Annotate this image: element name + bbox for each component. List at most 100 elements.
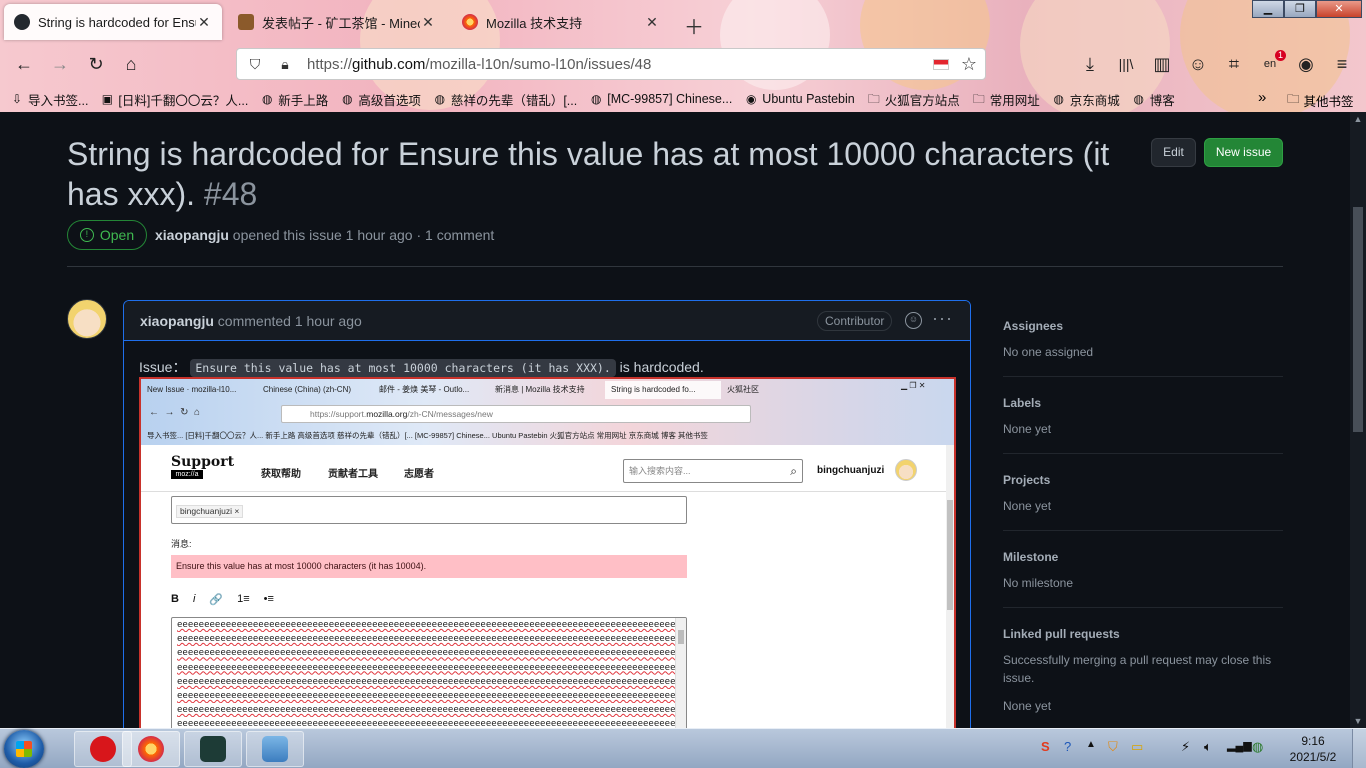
sidebar-heading[interactable]: Projects xyxy=(1003,473,1283,487)
bookmark-label: 博客 xyxy=(1149,93,1175,108)
sogou-ime-icon[interactable]: S xyxy=(1041,739,1050,754)
back-icon[interactable]: ← xyxy=(12,52,36,76)
bookmark-item[interactable]: ◍ 博客 xyxy=(1132,90,1175,109)
sidebar-milestone[interactable]: Milestone No milestone xyxy=(1003,550,1283,592)
bookmark-item[interactable]: ◍ 慈祥の先辈（错乱）[... xyxy=(433,90,578,109)
network-icon[interactable]: ▂▄▆ xyxy=(1227,739,1252,752)
close-tab-icon[interactable]: ✕ xyxy=(420,14,436,31)
sidebar-linked-prs[interactable]: Linked pull requests Successfully mergin… xyxy=(1003,627,1283,715)
close-tab-icon[interactable]: ✕ xyxy=(644,14,660,31)
sidebar-heading[interactable]: Labels xyxy=(1003,396,1283,410)
downloads-icon[interactable]: ⤓ xyxy=(1078,52,1102,76)
windows-logo-icon xyxy=(16,741,32,757)
avatar[interactable] xyxy=(67,299,107,339)
page-scrollbar[interactable]: ▲ ▼ xyxy=(1350,112,1366,728)
url-bar[interactable]: ⛉ 🔒︎ https://github.com/mozilla-l10n/sum… xyxy=(236,48,986,80)
launcher-icon xyxy=(200,736,226,762)
edit-title-button[interactable]: Edit xyxy=(1151,138,1196,167)
bookmark-item[interactable]: ▣ [日料]千翻〇〇云？人... xyxy=(100,90,249,109)
account-avatar-icon[interactable]: ☺ xyxy=(1186,52,1210,76)
url-text[interactable]: https://github.com/mozilla-l10n/sumo-l10… xyxy=(307,56,933,73)
bookmark-label: 慈祥の先辈（错乱）[... xyxy=(450,93,578,108)
close-window-button[interactable]: ✕ xyxy=(1316,0,1362,18)
extension-icon[interactable]: ◉ xyxy=(1294,52,1318,76)
taskbar-clock[interactable]: 9:16 2021/5/2 xyxy=(1284,733,1342,765)
new-tab-button[interactable]: ＋ xyxy=(684,11,704,40)
sidebar-heading[interactable]: Milestone xyxy=(1003,550,1283,564)
other-bookmarks[interactable]: 🗀︎ 其他书签 xyxy=(1287,90,1354,111)
restore-button[interactable]: ❐ xyxy=(1284,0,1316,18)
sidebar-heading[interactable]: Linked pull requests xyxy=(1003,627,1283,641)
minimize-button[interactable]: ▁ xyxy=(1252,0,1284,18)
scroll-down-icon[interactable]: ▼ xyxy=(1350,716,1366,726)
lock-icon[interactable]: 🔒︎ xyxy=(273,56,297,73)
bookmark-label: Ubuntu Pastebin xyxy=(762,92,855,106)
scrollbar-thumb[interactable] xyxy=(1353,207,1363,432)
more-bookmarks-icon[interactable]: » xyxy=(1258,89,1266,106)
bookmark-item[interactable]: 🗀︎ 常用网址 xyxy=(972,90,1040,109)
bookmark-item[interactable]: ⇩ 导入书签... xyxy=(10,90,88,109)
volume-icon[interactable]: 🔈︎ xyxy=(1204,739,1212,755)
reload-icon[interactable]: ↻ xyxy=(84,52,108,76)
bookmark-star-icon[interactable]: ☆ xyxy=(961,54,977,75)
sidebar-value: None yet xyxy=(1003,422,1052,436)
singapore-flag-icon xyxy=(932,58,949,70)
taskbar-control-panel[interactable] xyxy=(246,731,304,767)
library-icon[interactable]: |||\ xyxy=(1114,52,1138,76)
security-shield-icon[interactable]: ⛉ xyxy=(1108,739,1118,755)
comment-byline: xiaopangju commented 1 hour ago xyxy=(140,313,362,329)
taskbar-minecraft-launcher[interactable] xyxy=(184,731,242,767)
new-issue-button[interactable]: New issue xyxy=(1204,138,1283,167)
add-reaction-icon[interactable]: ☺ xyxy=(905,312,922,329)
screenshot-textarea-line: eeeeeeeeeeeeeeeeeeeeeeeeeeeeeeeeeeeeeeee… xyxy=(177,648,686,659)
bookmark-item[interactable]: ◍ 高级首选项 xyxy=(340,90,421,109)
help-icon[interactable]: ? xyxy=(1064,739,1071,754)
tab-minecraft-forum[interactable]: 发表帖子 - 矿工茶馆 - Minec ✕ xyxy=(228,4,446,40)
translate-extension-icon[interactable]: en 1 xyxy=(1258,50,1286,76)
inline-code: Ensure this value has at most 10000 char… xyxy=(190,359,616,377)
divider xyxy=(141,491,946,492)
comment-author-link[interactable]: xiaopangju xyxy=(140,313,214,329)
bookmark-item[interactable]: ◉ Ubuntu Pastebin xyxy=(744,92,855,106)
screenshot-crop-icon[interactable]: ⌗ xyxy=(1222,52,1246,76)
shield-icon[interactable]: ⛉ xyxy=(243,56,267,73)
sidebar-labels[interactable]: Labels None yet xyxy=(1003,396,1283,438)
sidebar-heading[interactable]: Assignees xyxy=(1003,319,1283,333)
screenshot-message-textarea: eeeeeeeeeeeeeeeeeeeeeeeeeeeeeeeeeeeeeeee… xyxy=(171,617,687,728)
show-desktop-button[interactable] xyxy=(1352,729,1366,768)
tab-mozilla-support[interactable]: Mozilla 技术支持 ✕ xyxy=(452,4,670,40)
taskbar-firefox[interactable] xyxy=(122,731,180,767)
folder-tray-icon[interactable]: ▭ xyxy=(1131,739,1143,755)
issue-author-link[interactable]: xiaopangju xyxy=(155,227,229,243)
screenshot-message-label: 消息: xyxy=(171,539,192,549)
sidebar-assignees[interactable]: Assignees No one assigned xyxy=(1003,319,1283,361)
tab-github-issue[interactable]: String is hardcoded for Ensure ✕ xyxy=(4,4,222,40)
italic-icon: i xyxy=(192,593,196,605)
embedded-screenshot-image[interactable]: New Issue · mozilla-l10... Chinese (China… xyxy=(139,377,956,728)
bookmark-item[interactable]: ◍ 京东商城 xyxy=(1052,90,1120,109)
home-icon[interactable]: ⌂ xyxy=(119,52,143,76)
sidebar-icon[interactable]: ▥ xyxy=(1150,52,1174,76)
screenshot-page-scrollbar xyxy=(946,445,954,728)
globe-icon: ◍ xyxy=(1133,92,1145,106)
contributor-badge: Contributor xyxy=(817,311,893,331)
sidebar-value: Successfully merging a pull request may … xyxy=(1003,653,1272,685)
start-button[interactable] xyxy=(4,730,44,768)
power-icon[interactable]: ⚡ xyxy=(1181,739,1190,755)
control-panel-icon xyxy=(262,736,288,762)
show-hidden-icons-icon[interactable]: ▲ xyxy=(1086,739,1096,750)
bookmark-item[interactable]: ◍ 新手上路 xyxy=(260,90,328,109)
comment-timestamp[interactable]: commented 1 hour ago xyxy=(218,313,362,329)
bookmark-item[interactable]: ◍ [MC-99857] Chinese... xyxy=(589,92,732,106)
comment-text: is hardcoded. xyxy=(619,359,704,375)
comment-body: Issue： Ensure this value has at most 100… xyxy=(124,341,970,728)
bookmark-item[interactable]: 🗀︎ 火狐官方站点 xyxy=(867,90,960,109)
sidebar-projects[interactable]: Projects None yet xyxy=(1003,473,1283,515)
issue-state-badge: ! Open xyxy=(67,220,147,250)
comment-options-icon[interactable]: ··· xyxy=(932,308,953,329)
globe-tray-icon[interactable]: ◍ xyxy=(1252,739,1263,755)
close-tab-icon[interactable]: ✕ xyxy=(196,14,212,31)
forward-icon[interactable]: → xyxy=(48,52,72,76)
scroll-up-icon[interactable]: ▲ xyxy=(1350,114,1366,124)
menu-icon[interactable]: ≡ xyxy=(1330,52,1354,76)
